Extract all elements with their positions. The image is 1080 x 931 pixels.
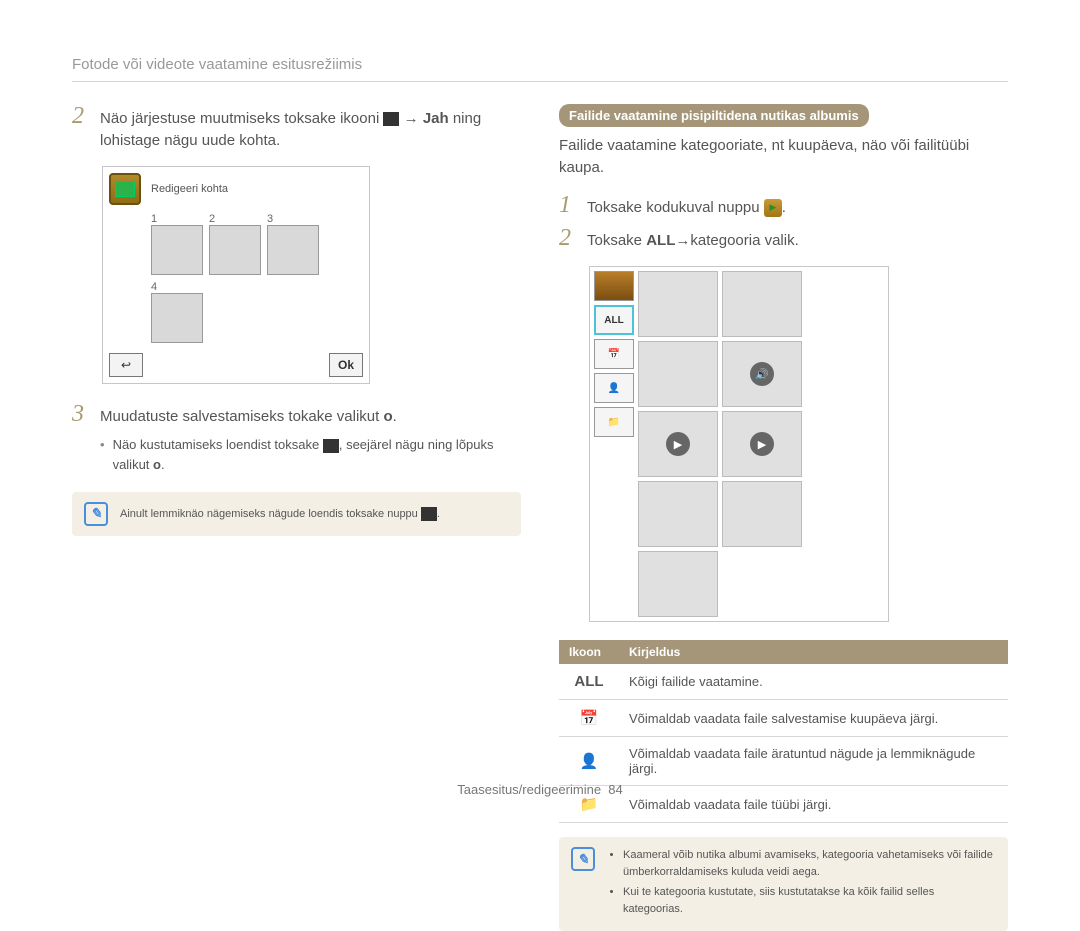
ok-label: o <box>153 457 161 472</box>
step-text: Muudatuste salvestamiseks tokake valikut… <box>100 402 397 428</box>
divider <box>72 81 1008 82</box>
table-row: 📅 Võimaldab vaadata faile salvestamise k… <box>559 700 1008 737</box>
thumb <box>638 271 718 337</box>
playback-icon <box>764 199 782 217</box>
intro-text: Failide vaatamine kategooriate, nt kuupä… <box>559 135 1008 179</box>
cell-num: 3 <box>267 213 319 225</box>
step-text: Toksake kodukuval nuppu . <box>587 193 786 219</box>
arrow-icon: → <box>399 110 422 127</box>
edit-screen-title: Redigeeri kohta <box>151 183 228 195</box>
album-tab-face[interactable]: 👤 <box>594 373 634 403</box>
step2-post: →kategooria valik. <box>675 232 798 249</box>
thumb <box>638 341 718 407</box>
step-2: 2 Näo järjestuse muutmiseks toksake ikoo… <box>72 104 521 152</box>
gallery-icon <box>109 173 141 205</box>
album-tab-calendar[interactable]: 📅 <box>594 339 634 369</box>
step1-text: Toksake kodukuval nuppu <box>587 199 764 216</box>
note-item: Kaameral võib nutika albumi avamiseks, k… <box>623 847 996 880</box>
step3-pre: Muudatuste salvestamiseks tokake valikut <box>100 408 383 425</box>
footer-page: 84 <box>608 782 622 797</box>
left-column: 2 Näo järjestuse muutmiseks toksake ikoo… <box>72 104 521 931</box>
star-fav-icon <box>421 507 437 521</box>
thumb <box>638 551 718 617</box>
cell-num: 2 <box>209 213 261 225</box>
step-2: 2 Toksake ALL→kategooria valik. <box>559 226 1008 252</box>
face-thumb <box>267 225 319 275</box>
table-row: 👤 Võimaldab vaadata faile äratuntud nägu… <box>559 737 1008 786</box>
note-icon: ✎ <box>84 502 108 526</box>
right-column: Failide vaatamine pisipiltidena nutikas … <box>559 104 1008 931</box>
face-cell: 1 <box>151 213 203 275</box>
album-tab-all[interactable]: ALL <box>594 305 634 335</box>
note-item: Kui te kategooria kustutate, siis kustut… <box>623 884 996 917</box>
note-text: Ainult lemmiknäo nägemiseks nägude loend… <box>120 507 440 521</box>
face-cell: 3 <box>267 213 319 275</box>
thumb-video: ▶ <box>638 411 718 477</box>
cell-num: 1 <box>151 213 203 225</box>
row-icon: ALL <box>559 664 619 700</box>
sound-icon: 🔊 <box>750 362 774 386</box>
header-title: Fotode või videote vaatamine esitusrežii… <box>72 56 1008 73</box>
thumb <box>722 481 802 547</box>
step-number: 3 <box>72 402 94 426</box>
cell-num: 4 <box>151 281 203 293</box>
sub-bullet: • Näo kustutamiseks loendist toksake , s… <box>72 435 521 475</box>
star123-icon <box>383 112 399 126</box>
footer: Taasesitus/redigeerimine 84 <box>0 782 1080 797</box>
table-head-icon: Ikoon <box>559 640 619 664</box>
thumb-video: ▶ <box>722 411 802 477</box>
step2-pre: Näo järjestuse muutmiseks toksake ikooni <box>100 110 383 127</box>
section-heading: Failide vaatamine pisipiltidena nutikas … <box>559 104 869 127</box>
row-desc: Võimaldab vaadata faile äratuntud nägude… <box>619 737 1008 786</box>
row-icon: 📅 <box>559 700 619 737</box>
note-icon: ✎ <box>571 847 595 871</box>
ok-label: o <box>383 408 392 425</box>
step2-pre: Toksake <box>587 232 646 249</box>
row-desc: Võimaldab vaadata faile salvestamise kuu… <box>619 700 1008 737</box>
step2-bold: ALL <box>646 232 675 249</box>
face-thumb <box>151 225 203 275</box>
face-cell: 2 <box>209 213 261 275</box>
note-list: Kaameral võib nutika albumi avamiseks, k… <box>607 847 996 921</box>
footer-section: Taasesitus/redigeerimine <box>457 782 601 797</box>
play-icon: ▶ <box>666 432 690 456</box>
face-thumb <box>151 293 203 343</box>
bullet-dot: • <box>100 435 105 475</box>
row-icon: 👤 <box>559 737 619 786</box>
edit-position-screenshot: Redigeeri kohta 1 2 3 4 ↩ Ok <box>102 166 370 384</box>
step-text: Toksake ALL→kategooria valik. <box>587 226 799 252</box>
table-head-desc: Kirjeldus <box>619 640 1008 664</box>
step-3: 3 Muudatuste salvestamiseks tokake valik… <box>72 402 521 428</box>
step-number: 1 <box>559 193 581 217</box>
table-row: ALL Kõigi failide vaatamine. <box>559 664 1008 700</box>
bullet-pre: Näo kustutamiseks loendist toksake <box>113 437 323 452</box>
thumb <box>638 481 718 547</box>
note-content: Ainult lemmiknäo nägemiseks nägude loend… <box>120 507 421 519</box>
play-icon: ▶ <box>750 432 774 456</box>
row-desc: Kõigi failide vaatamine. <box>619 664 1008 700</box>
star-trash-icon <box>323 439 339 453</box>
back-button[interactable]: ↩ <box>109 353 143 377</box>
step2-bold: Jah <box>423 110 449 127</box>
face-thumb <box>209 225 261 275</box>
thumb <box>722 271 802 337</box>
ok-button[interactable]: Ok <box>329 353 363 377</box>
thumb-video: 🔊 <box>722 341 802 407</box>
note-box: ✎ Ainult lemmiknäo nägemiseks nägude loe… <box>72 492 521 536</box>
face-cell: 4 <box>151 281 203 343</box>
step-text: Näo järjestuse muutmiseks toksake ikooni… <box>100 104 521 152</box>
smart-album-screenshot: ALL 📅 👤 📁 🔊 ▶ ▶ <box>589 266 889 622</box>
step-number: 2 <box>72 104 94 128</box>
step-1: 1 Toksake kodukuval nuppu . <box>559 193 1008 219</box>
note-box: ✎ Kaameral võib nutika albumi avamiseks,… <box>559 837 1008 931</box>
step-number: 2 <box>559 226 581 250</box>
album-tab-folder[interactable]: 📁 <box>594 407 634 437</box>
album-tab-book[interactable] <box>594 271 634 301</box>
